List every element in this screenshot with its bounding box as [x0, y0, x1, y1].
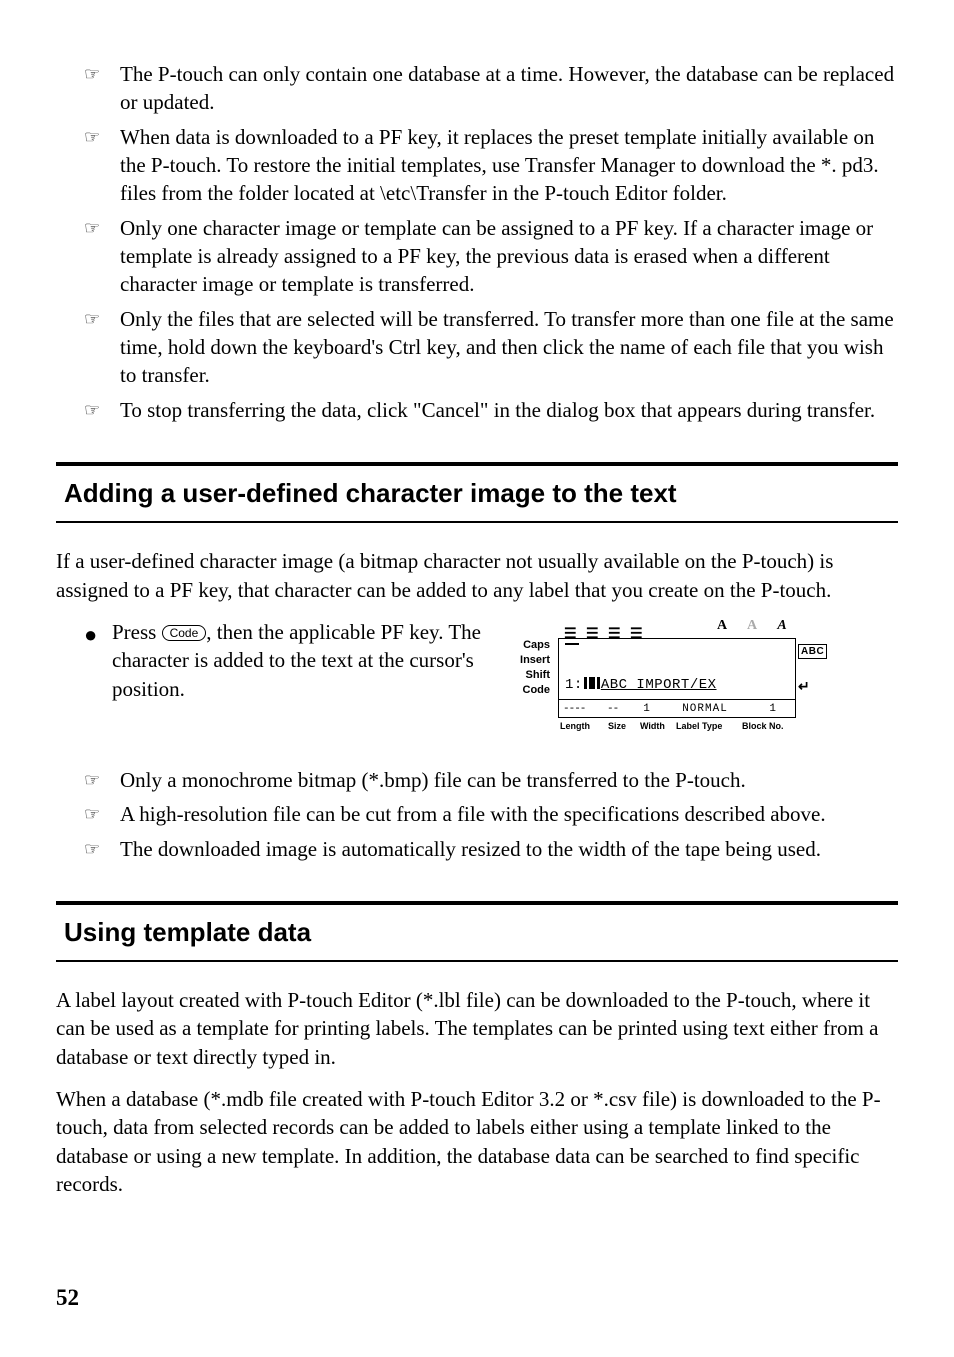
pointer-icon: ☞ [84, 123, 120, 208]
align-icons: ☰ ☰ ☰ ☰ [564, 624, 644, 636]
step-row: ● Press Code, then the applicable PF key… [84, 618, 898, 748]
note-text: A high-resolution file can be cut from a… [120, 800, 898, 828]
note-text: The downloaded image is automatically re… [120, 835, 898, 863]
pointer-icon: ☞ [84, 800, 120, 828]
section1-intro: If a user-defined character image (a bit… [56, 547, 898, 604]
page-number: 52 [56, 1282, 79, 1313]
lcd-outer: ☰ ☰ ☰ ☰ A A A 1: ABC IMPORT/EX ---- -- 1 … [558, 618, 796, 732]
bullet-icon: ● [84, 618, 112, 650]
label-insert: Insert [516, 653, 554, 668]
pointer-icon: ☞ [84, 766, 120, 794]
lcd-line-prefix: 1: [565, 677, 583, 693]
lcd-top-icons: ☰ ☰ ☰ ☰ A A A [558, 618, 796, 638]
note-item: ☞ Only one character image or template c… [84, 214, 898, 299]
status-size: -- [607, 702, 635, 717]
section-header-template-data: Using template data [56, 901, 898, 962]
note-text: To stop transferring the data, click "Ca… [120, 396, 898, 424]
bottom-size: Size [608, 720, 634, 732]
lcd-right-side: ABC ↵ [798, 638, 834, 696]
pointer-icon: ☞ [84, 214, 120, 299]
font-italic-icon: A [774, 617, 790, 636]
note-item: ☞ Only a monochrome bitmap (*.bmp) file … [84, 766, 898, 794]
note-item: ☞ Only the files that are selected will … [84, 305, 898, 390]
note-text: Only one character image or template can… [120, 214, 898, 299]
pointer-icon: ☞ [84, 60, 120, 117]
lcd-line2: 1: ABC IMPORT/EX [565, 676, 717, 695]
note-item: ☞ To stop transferring the data, click "… [84, 396, 898, 424]
font-outline-icon: A [744, 617, 760, 636]
section-title: Adding a user-defined character image to… [64, 476, 890, 511]
lcd-figure: Caps Insert Shift Code ☰ ☰ ☰ ☰ A A A 1: A… [516, 618, 836, 748]
note-item: ☞ A high-resolution file can be cut from… [84, 800, 898, 828]
note-text: Only a monochrome bitmap (*.bmp) file ca… [120, 766, 898, 794]
lcd-side-labels: Caps Insert Shift Code [516, 638, 554, 698]
section2-para2: When a database (*.mdb file created with… [56, 1085, 898, 1198]
lcd-char-block [584, 677, 600, 689]
label-code: Code [516, 683, 554, 698]
pointer-icon: ☞ [84, 835, 120, 863]
note-text: Only the files that are selected will be… [120, 305, 898, 390]
align-justify-icon: ☰ [630, 624, 644, 636]
align-center-icon: ☰ [586, 624, 600, 636]
status-labeltype: NORMAL [659, 702, 751, 717]
pointer-icon: ☞ [84, 396, 120, 424]
section-title: Using template data [64, 915, 890, 950]
step-text: Press Code, then the applicable PF key. … [112, 618, 502, 703]
abc-box-icon: ABC [798, 644, 827, 660]
status-length: ---- [563, 702, 607, 717]
mid-notes-list: ☞ Only a monochrome bitmap (*.bmp) file … [84, 766, 898, 863]
lcd-cursor [565, 643, 579, 645]
status-width: 1 [635, 702, 659, 717]
note-text: When data is downloaded to a PF key, it … [120, 123, 898, 208]
label-shift: Shift [516, 668, 554, 683]
font-bold-icon: A [714, 617, 730, 636]
note-item: ☞ The P-touch can only contain one datab… [84, 60, 898, 117]
section-header-adding-character: Adding a user-defined character image to… [56, 462, 898, 523]
note-item: ☞ The downloaded image is automatically … [84, 835, 898, 863]
note-text: The P-touch can only contain one databas… [120, 60, 898, 117]
bottom-labeltype: Label Type [676, 720, 736, 732]
status-block: 1 [751, 702, 777, 717]
top-notes-list: ☞ The P-touch can only contain one datab… [84, 60, 898, 424]
label-caps: Caps [516, 638, 554, 653]
section2-para1: A label layout created with P-touch Edit… [56, 986, 898, 1071]
lcd-screen: 1: ABC IMPORT/EX [558, 638, 796, 700]
bottom-block: Block No. [742, 720, 788, 732]
pointer-icon: ☞ [84, 305, 120, 390]
code-key-glyph: Code [162, 625, 207, 641]
align-left-icon: ☰ [564, 624, 578, 636]
note-item: ☞ When data is downloaded to a PF key, i… [84, 123, 898, 208]
bottom-width: Width [640, 720, 670, 732]
lcd-bottom-labels: Length Size Width Label Type Block No. [558, 718, 796, 732]
enter-arrow-icon: ↵ [798, 677, 834, 696]
lcd-text: ABC IMPORT/EX [601, 677, 717, 693]
align-right-icon: ☰ [608, 624, 622, 636]
bottom-length: Length [560, 720, 602, 732]
lcd-status-row: ---- -- 1 NORMAL 1 [558, 700, 796, 718]
step-prefix: Press [112, 620, 162, 644]
